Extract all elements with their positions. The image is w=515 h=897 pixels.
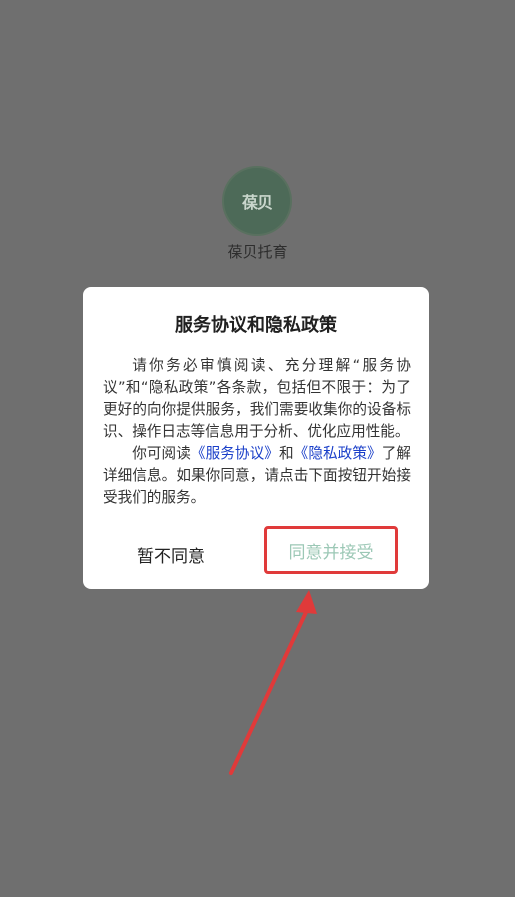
decline-button[interactable]: 暂不同意 [137,542,205,567]
service-agreement-link[interactable]: 《服务协议》 [191,445,279,462]
accept-button[interactable]: 同意并接受 [264,526,398,574]
para2-prefix: 你可阅读 [132,445,191,462]
app-logo: 葆贝 [224,168,290,234]
accept-button-label: 同意并接受 [288,542,374,563]
app-name: 葆贝托育 [227,243,288,261]
dialog-paragraph-2: 你可阅读《服务协议》和《隐私政策》了解详细信息。如果你同意，请点击下面按钮开始接… [103,443,411,509]
app-logo-text: 葆贝 [241,193,273,212]
dialog-title: 服务协议和隐私政策 [175,315,337,336]
annotation-arrow-head [296,590,317,614]
annotation-arrow-shaft [229,608,309,775]
dialog-paragraph-1: 请你务必审慎阅读、充分理解“服务协议”和“隐私政策”各条款，包括但不限于：为了更… [103,357,411,440]
privacy-policy-link[interactable]: 《隐私政策》 [294,445,382,462]
para2-and: 和 [278,445,294,462]
dialog-body: 请你务必审慎阅读、充分理解“服务协议”和“隐私政策”各条款，包括但不限于：为了更… [103,355,411,509]
